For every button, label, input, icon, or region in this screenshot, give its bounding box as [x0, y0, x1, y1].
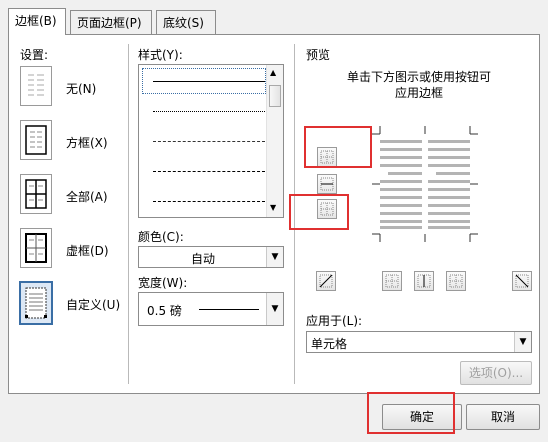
style-heading: 样式(Y):	[138, 48, 183, 62]
setting-box-button[interactable]	[20, 120, 52, 160]
color-value: 自动	[190, 252, 215, 266]
setting-none-label: 无(N)	[66, 82, 97, 96]
color-label: 颜色(C):	[138, 230, 184, 244]
tab-strip: 边框(B) 页面边框(P) 底纹(S)	[0, 0, 548, 35]
no-border-icon	[28, 74, 44, 96]
chevron-down-icon[interactable]: ▼	[514, 332, 531, 352]
right-border-icon	[449, 274, 463, 288]
diagonal-down-icon	[515, 274, 529, 288]
line-style-scrollbar[interactable]: ▲ ▼	[266, 65, 283, 217]
line-style-dash-dot[interactable]	[153, 201, 265, 202]
diagonal-up-icon	[319, 274, 333, 288]
settings-heading: 设置:	[20, 48, 49, 62]
cancel-button[interactable]: 取消	[466, 404, 540, 430]
inside-vertical-icon	[417, 274, 431, 288]
tab-shading-label: 底纹(S)	[163, 16, 204, 30]
tab-page-borders-label: 页面边框(P)	[77, 16, 142, 30]
separator	[128, 44, 129, 384]
tab-shading[interactable]: 底纹(S)	[156, 10, 216, 34]
left-border-button[interactable]	[382, 271, 402, 291]
setting-all-label: 全部(A)	[66, 190, 108, 204]
scroll-up-icon[interactable]: ▲	[270, 68, 276, 77]
border-preview-diagram[interactable]	[372, 126, 478, 242]
diagonal-down-button[interactable]	[512, 271, 532, 291]
setting-custom-label: 自定义(U)	[66, 298, 121, 312]
setting-box-label: 方框(X)	[66, 136, 108, 150]
setting-grid-button[interactable]	[20, 228, 52, 268]
chevron-down-icon[interactable]: ▼	[266, 247, 283, 267]
inside-vertical-button[interactable]	[414, 271, 434, 291]
setting-none-button[interactable]	[20, 66, 52, 106]
options-button[interactable]: 选项(O)...	[460, 361, 532, 385]
line-style-dotted[interactable]	[153, 111, 265, 112]
line-style-list[interactable]: ▲ ▼	[138, 64, 284, 218]
setting-grid-label: 虚框(D)	[66, 244, 109, 258]
custom-border-icon	[25, 287, 47, 319]
color-dropdown[interactable]: 自动 ▼	[138, 246, 284, 268]
box-border-icon	[25, 125, 47, 155]
highlight-box-bottom	[289, 194, 349, 230]
preview-corner-marks	[372, 126, 478, 242]
tab-page-borders[interactable]: 页面边框(P)	[70, 10, 152, 34]
setting-all-button[interactable]	[20, 174, 52, 214]
preview-heading: 预览	[306, 48, 331, 62]
inside-horizontal-icon	[320, 177, 334, 191]
width-label: 宽度(W):	[138, 276, 188, 290]
width-preview-line	[199, 309, 259, 310]
apply-to-value: 单元格	[311, 337, 348, 351]
right-border-button[interactable]	[446, 271, 466, 291]
line-style-dashed-fine[interactable]	[153, 141, 265, 142]
chevron-down-icon[interactable]: ▼	[266, 293, 283, 325]
diagonal-up-button[interactable]	[316, 271, 336, 291]
preview-hint-line2: 应用边框	[394, 86, 443, 100]
tab-borders-label: 边框(B)	[15, 14, 57, 28]
scroll-down-icon[interactable]: ▼	[270, 203, 276, 212]
line-style-dashed[interactable]	[153, 171, 265, 172]
inside-horizontal-button[interactable]	[317, 174, 337, 194]
width-value: 0.5 磅	[147, 304, 182, 318]
tab-borders[interactable]: 边框(B)	[8, 8, 66, 35]
highlight-box-ok	[367, 392, 455, 434]
apply-to-label: 应用于(L):	[306, 314, 363, 328]
preview-hint-line1: 单击下方图示或使用按钮可	[346, 70, 491, 84]
scroll-thumb[interactable]	[269, 85, 281, 107]
grid-border-icon	[25, 233, 47, 263]
setting-custom-button[interactable]	[19, 281, 53, 325]
line-style-solid[interactable]	[153, 81, 265, 82]
apply-to-dropdown[interactable]: 单元格 ▼	[306, 331, 532, 353]
all-borders-icon	[25, 179, 47, 209]
left-border-icon	[385, 274, 399, 288]
width-dropdown[interactable]: 0.5 磅 ▼	[138, 292, 284, 326]
highlight-box-top	[304, 126, 372, 168]
